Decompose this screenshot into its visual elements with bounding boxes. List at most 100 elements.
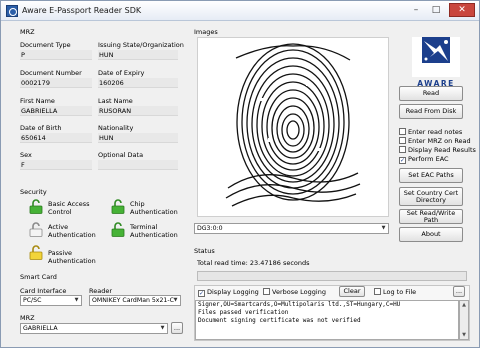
- log-scrollbar[interactable]: ▲ ▼: [459, 300, 469, 340]
- checkbox-box: [399, 128, 406, 135]
- enter-read-notes-checkbox[interactable]: Enter read notes: [399, 128, 462, 136]
- sex-label: Sex: [20, 151, 32, 159]
- issuing-state-label: Issuing State/Organization: [98, 41, 184, 49]
- document-type-label: Document Type: [20, 41, 71, 49]
- log-to-file-checkbox[interactable]: Log to File: [374, 288, 416, 296]
- document-number-label: Document Number: [20, 69, 82, 77]
- card-interface-label: Card Interface: [20, 287, 67, 295]
- log-line: Signer,OU=Smartcards,O=Multipolaris ltd.…: [198, 301, 401, 308]
- clear-log-button[interactable]: Clear: [339, 286, 365, 297]
- set-country-cert-label-2: Directory: [416, 195, 446, 204]
- read-from-disk-button[interactable]: Read From Disk: [399, 104, 463, 119]
- chevron-down-icon: ▼: [173, 297, 178, 303]
- document-type-value: P: [20, 50, 92, 60]
- set-read-write-path-button[interactable]: Set Read/Write Path: [399, 209, 463, 224]
- data-group-select[interactable]: DG3:0:0 ▼: [194, 223, 389, 234]
- active-authentication-label-1: Active: [48, 223, 69, 231]
- reader-label: Reader: [89, 287, 113, 295]
- verbose-logging-checkbox[interactable]: Verbose Logging: [263, 288, 326, 296]
- checkmark-icon: ✓: [198, 290, 205, 297]
- reader-select[interactable]: OMNIKEY CardMan 5x21-C ▼: [89, 295, 181, 306]
- display-read-results-checkbox[interactable]: Display Read Results: [399, 146, 476, 154]
- set-country-cert-directory-button[interactable]: Set Country Cert Directory: [399, 187, 463, 206]
- terminal-authentication-lock-icon: [111, 222, 125, 237]
- maximize-button[interactable]: □: [427, 3, 445, 17]
- display-read-results-label: Display Read Results: [408, 146, 476, 154]
- minimize-button[interactable]: –: [407, 3, 425, 17]
- basic-access-control-lock-icon: [29, 199, 43, 214]
- data-group-selected: DG3:0:0: [197, 225, 223, 232]
- window-title: Aware E-Passport Reader SDK: [22, 6, 142, 15]
- title-bar: Aware E-Passport Reader SDK – □ ✕: [1, 1, 479, 21]
- smart-card-section-title: Smart Card: [20, 273, 57, 281]
- active-authentication-lock-icon: [29, 222, 43, 237]
- chevron-down-icon: ▼: [160, 325, 165, 331]
- card-interface-select[interactable]: PC/SC ▼: [20, 295, 82, 306]
- enter-mrz-on-read-checkbox[interactable]: Enter MRZ on Read: [399, 137, 471, 145]
- mrz-section-title: MRZ: [20, 28, 35, 36]
- basic-access-control-label-1: Basic Access: [48, 200, 90, 208]
- log-line: Document signing certificate was not ver…: [198, 317, 361, 324]
- issuing-state-value: HUN: [98, 50, 178, 60]
- set-eac-paths-button[interactable]: Set EAC Paths: [399, 168, 463, 183]
- log-to-file-label: Log to File: [383, 288, 417, 296]
- display-logging-label: Display Logging: [207, 288, 259, 296]
- date-of-expiry-label: Date of Expiry: [98, 69, 145, 77]
- passive-authentication-label-1: Passive: [48, 249, 73, 257]
- scroll-down-icon[interactable]: ▼: [460, 331, 468, 339]
- perform-eac-checkbox[interactable]: ✓ Perform EAC: [399, 155, 449, 164]
- enter-mrz-on-read-label: Enter MRZ on Read: [408, 137, 471, 145]
- total-read-time: Total read time: 23.47186 seconds: [197, 259, 310, 267]
- terminal-authentication-label-1: Terminal: [130, 223, 158, 231]
- checkbox-box: [399, 146, 406, 153]
- read-button[interactable]: Read: [399, 86, 463, 101]
- reader-selected: OMNIKEY CardMan 5x21-C: [92, 297, 174, 304]
- last-name-value: RUSORAN: [98, 106, 178, 116]
- enter-read-notes-label: Enter read notes: [408, 128, 463, 136]
- security-section-title: Security: [20, 188, 47, 196]
- checkbox-box: [263, 288, 270, 295]
- date-of-birth-label: Date of Birth: [20, 124, 62, 132]
- aware-logo: [412, 37, 460, 77]
- display-logging-checkbox[interactable]: ✓ Display Logging: [198, 288, 259, 297]
- chevron-down-icon: ▼: [381, 225, 386, 231]
- chip-authentication-label-2: Authentication: [130, 208, 178, 216]
- about-button[interactable]: About: [399, 227, 463, 242]
- progress-bar: [197, 271, 467, 281]
- card-interface-selected: PC/SC: [23, 297, 42, 304]
- log-line: Files passed verification: [198, 309, 289, 316]
- first-name-value: GABRIELLA: [20, 106, 92, 116]
- mrz-select[interactable]: GABRIELLA ▼: [20, 323, 168, 334]
- fingerprint-graphic: [225, 43, 361, 207]
- fingerprint-image: [197, 37, 389, 217]
- mrz-selected: GABRIELLA: [23, 325, 58, 332]
- log-output[interactable]: Signer,OU=Smartcards,O=Multipolaris ltd.…: [195, 300, 459, 340]
- perform-eac-label: Perform EAC: [408, 155, 449, 163]
- passive-authentication-lock-icon: [29, 245, 43, 260]
- chip-authentication-lock-icon: [111, 199, 125, 214]
- scroll-up-icon[interactable]: ▲: [460, 301, 468, 309]
- checkbox-box: [374, 288, 381, 295]
- log-file-browse-button[interactable]: ...: [453, 286, 465, 297]
- document-number-value: 0002179: [20, 78, 92, 88]
- date-of-birth-value: 650614: [20, 133, 92, 143]
- main-window: Aware E-Passport Reader SDK – □ ✕ MRZ Do…: [0, 0, 480, 348]
- first-name-label: First Name: [20, 97, 55, 105]
- chevron-down-icon: ▼: [74, 297, 79, 303]
- passive-authentication-label-2: Authentication: [48, 257, 96, 265]
- mrz-browse-button[interactable]: ...: [171, 322, 183, 334]
- smart-card-mrz-label: MRZ: [20, 314, 35, 322]
- basic-access-control-label-2: Control: [48, 208, 72, 216]
- date-of-expiry-value: 160206: [98, 78, 178, 88]
- optional-data-label: Optional Data: [98, 151, 144, 159]
- terminal-authentication-label-2: Authentication: [130, 231, 178, 239]
- last-name-label: Last Name: [98, 97, 133, 105]
- nationality-value: HUN: [98, 133, 178, 143]
- optional-data-value: [98, 160, 178, 170]
- images-section-title: Images: [194, 28, 218, 36]
- app-icon: [6, 5, 18, 17]
- nationality-label: Nationality: [98, 124, 134, 132]
- active-authentication-label-2: Authentication: [48, 231, 96, 239]
- close-button[interactable]: ✕: [449, 3, 475, 17]
- sex-value: F: [20, 160, 92, 170]
